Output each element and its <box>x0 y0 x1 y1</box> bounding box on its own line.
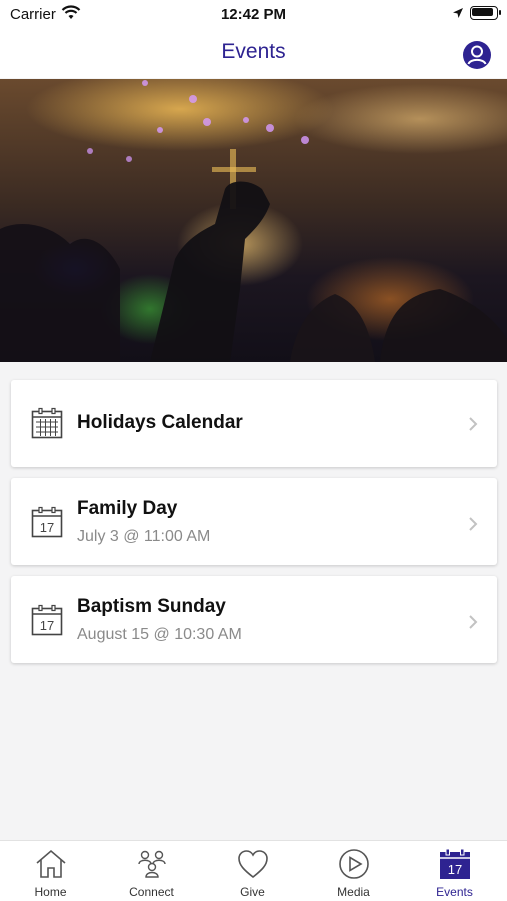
heart-icon <box>238 850 268 879</box>
event-title: Baptism Sunday <box>77 596 226 617</box>
tab-events[interactable]: 17 Events <box>404 841 505 901</box>
tab-home[interactable]: Home <box>0 841 101 901</box>
event-item-family-day[interactable]: 17 Family Day July 3 @ 11:00 AM <box>11 478 497 565</box>
home-icon <box>36 849 66 878</box>
event-item-baptism-sunday[interactable]: 17 Baptism Sunday August 15 @ 10:30 AM <box>11 576 497 663</box>
chevron-right-icon <box>469 417 478 431</box>
event-item-holidays-calendar[interactable]: Holidays Calendar <box>11 380 497 467</box>
chevron-right-icon <box>469 615 478 629</box>
calendar-day-icon: 17 <box>31 506 63 538</box>
calendar-day-icon: 17 <box>31 604 63 636</box>
profile-icon[interactable] <box>462 40 492 70</box>
people-icon <box>138 850 166 878</box>
play-icon <box>339 849 369 879</box>
location-arrow-icon <box>453 8 463 18</box>
calendar-day-number: 17 <box>448 862 462 877</box>
tab-label: Give <box>240 885 265 899</box>
tab-media[interactable]: Media <box>303 841 404 901</box>
event-datetime: July 3 @ 11:00 AM <box>77 528 211 545</box>
tab-label: Connect <box>129 885 174 899</box>
status-time: 12:42 PM <box>220 6 287 23</box>
chevron-right-icon <box>469 517 478 531</box>
event-datetime: August 15 @ 10:30 AM <box>77 626 242 643</box>
battery-icon <box>470 6 501 20</box>
nav-bar: Events <box>0 30 507 78</box>
event-title: Holidays Calendar <box>77 412 243 433</box>
tab-label: Events <box>436 885 473 899</box>
calendar-icon: 17 <box>440 848 470 879</box>
hero-image <box>0 79 507 362</box>
tab-bar: Home Connect Give Media 17 Events <box>0 840 507 901</box>
tab-give[interactable]: Give <box>202 841 303 901</box>
tab-connect[interactable]: Connect <box>101 841 202 901</box>
calendar-grid-icon <box>31 407 63 439</box>
page-title: Events <box>221 40 286 63</box>
calendar-day-number: 17 <box>40 618 54 633</box>
event-title: Family Day <box>77 498 178 519</box>
status-bar: Carrier 12:42 PM <box>0 0 507 30</box>
tab-label: Media <box>337 885 370 899</box>
calendar-day-number: 17 <box>40 520 54 535</box>
tab-label: Home <box>34 885 67 899</box>
